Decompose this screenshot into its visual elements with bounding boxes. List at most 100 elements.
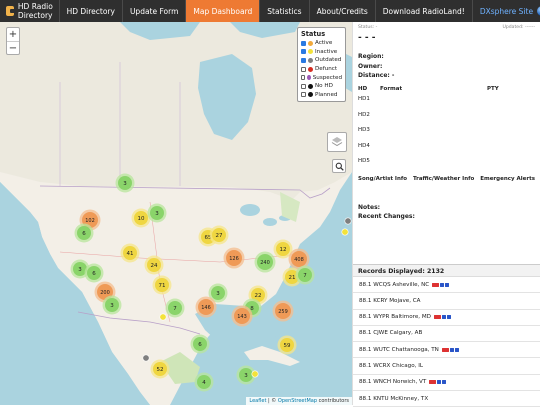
zoom-out-button[interactable]: −: [7, 41, 19, 54]
status-filter-label: Suspected: [312, 74, 342, 81]
station-info-panel: Status: - Updated: ------ - - - Region: …: [352, 22, 540, 407]
status-dot-icon: [308, 57, 313, 63]
hd-row: HD3: [358, 127, 370, 133]
checkbox-icon[interactable]: [301, 75, 306, 81]
status-dot-icon: [307, 75, 311, 81]
station-cluster-orange[interactable]: 143: [231, 305, 253, 327]
hd-row: HD1: [358, 96, 370, 102]
records-count: 2132: [426, 268, 445, 275]
status-filter-title: Status: [301, 30, 326, 38]
station-cluster-green[interactable]: 3: [102, 295, 122, 315]
map-attribution: Leaflet | © OpenStreetMap contributors: [246, 397, 352, 405]
cluster-count: 7: [173, 306, 177, 312]
nav-map-dashboard[interactable]: Map Dashboard: [185, 0, 260, 22]
notes-label: Notes:: [358, 203, 381, 211]
record-list-item[interactable]: 88.1 WCQS Asheville, NC: [353, 277, 540, 294]
zoom-in-button[interactable]: +: [7, 28, 19, 41]
cluster-count: 22: [255, 293, 262, 299]
station-cluster-yellow[interactable]: 71: [152, 275, 172, 295]
nav-dxsphere-site[interactable]: DXsphere Site: [471, 0, 540, 22]
station-cluster-green[interactable]: 240: [254, 251, 276, 273]
radio-logo-icon: [6, 6, 16, 16]
checkbox-icon[interactable]: [301, 57, 306, 63]
checkbox-icon[interactable]: [301, 92, 306, 98]
checkbox-icon[interactable]: [301, 66, 306, 72]
zoom-control: + −: [6, 27, 20, 55]
osm-link[interactable]: OpenStreetMap: [278, 398, 317, 404]
owner-label: Owner:: [358, 62, 383, 70]
records-label: Records Displayed:: [358, 268, 425, 275]
cluster-count: 24: [151, 263, 158, 269]
station-cluster-green[interactable]: 6: [84, 263, 104, 283]
top-navigation-bar: HD Radio Directory HD Directory Update F…: [0, 0, 540, 22]
hd-badge-icon: [433, 315, 451, 320]
status-text: Status: -: [358, 25, 378, 30]
station-cluster-green[interactable]: 4: [194, 372, 214, 392]
station-cluster-green[interactable]: 7: [295, 265, 315, 285]
station-marker[interactable]: [251, 370, 259, 378]
station-cluster-yellow[interactable]: 24: [144, 255, 164, 275]
nav-about-credits[interactable]: About/Credits: [308, 0, 375, 22]
status-dot-icon: [308, 40, 313, 46]
checkbox-icon[interactable]: [301, 83, 306, 89]
nav-statistics[interactable]: Statistics: [259, 0, 308, 22]
checkbox-icon[interactable]: [301, 40, 306, 46]
brand[interactable]: HD Radio Directory: [0, 0, 59, 22]
station-marker[interactable]: [344, 217, 352, 225]
station-marker[interactable]: [341, 228, 349, 236]
station-cluster-green[interactable]: 6: [74, 223, 94, 243]
station-cluster-orange[interactable]: 146: [195, 296, 217, 318]
record-list: 88.1 WCQS Asheville, NC 88.1 KCRY Mojave,…: [353, 277, 540, 407]
service-traffic-weather: Traffic/Weather Info: [412, 175, 475, 182]
station-cluster-yellow[interactable]: 27: [209, 225, 229, 245]
cluster-count: 10: [138, 216, 145, 222]
station-map[interactable]: 3 102 6 10 3 6 5 2 7 12 41 24 126 240 408 3 6 71 21 7 200 3 22…: [0, 22, 352, 405]
service-emergency-alerts: Emergency Alerts: [480, 175, 535, 182]
status-filter-suspected[interactable]: Suspected: [301, 73, 342, 82]
status-filter-defunct[interactable]: Defunct: [301, 65, 342, 74]
status-filter-planned[interactable]: Planned: [301, 91, 342, 100]
record-list-item[interactable]: 88.1 CJWE Calgary, AB: [353, 326, 540, 343]
station-cluster-yellow[interactable]: 41: [120, 243, 140, 263]
status-line: Status: - Updated: ------: [358, 25, 535, 30]
station-cluster-green[interactable]: 7: [165, 298, 185, 318]
status-filter-no-hd[interactable]: No HD: [301, 82, 342, 91]
record-list-item[interactable]: 88.1 WUTC Chattanooga, TN: [353, 342, 540, 359]
record-list-item[interactable]: 88.1 WCRX Chicago, IL: [353, 358, 540, 375]
nav-hd-directory[interactable]: HD Directory: [58, 0, 122, 22]
cluster-count: 408: [294, 257, 304, 263]
cluster-count: 6: [92, 271, 96, 277]
cluster-count: 6: [82, 231, 86, 237]
station-cluster-yellow[interactable]: 52: [150, 359, 170, 379]
status-filter-outdated[interactable]: Outdated: [301, 56, 342, 65]
station-cluster-orange[interactable]: 126: [223, 247, 245, 269]
record-list-item[interactable]: 88.1 KCRY Mojave, CA: [353, 293, 540, 310]
status-filter-active[interactable]: Active: [301, 39, 342, 48]
record-text: 88.1 KCRY Mojave, CA: [359, 297, 421, 304]
col-format: Format: [380, 86, 403, 92]
status-filter-label: No HD: [315, 83, 333, 90]
cluster-count: 21: [289, 275, 296, 281]
hd-row: HD4: [358, 142, 370, 149]
cluster-count: 41: [127, 251, 134, 257]
search-button[interactable]: [332, 159, 346, 173]
nav-download-radioland[interactable]: Download RadioLand!: [374, 0, 472, 22]
cluster-count: 3: [110, 303, 114, 309]
layers-button[interactable]: [327, 132, 347, 152]
station-marker[interactable]: [142, 354, 150, 362]
record-list-item[interactable]: 88.1 WYPR Baltimore, MD: [353, 310, 540, 326]
leaflet-link[interactable]: Leaflet: [249, 398, 266, 404]
cluster-count: 52: [157, 367, 164, 373]
cluster-count: 71: [159, 283, 166, 289]
station-cluster-green[interactable]: 3: [147, 203, 167, 223]
checkbox-icon[interactable]: [301, 49, 306, 55]
station-marker[interactable]: [159, 313, 167, 321]
nav-update-form[interactable]: Update Form: [121, 0, 185, 22]
station-cluster-green[interactable]: 6: [190, 334, 210, 354]
record-list-item[interactable]: 88.1 WNCH Norwich, VT: [353, 375, 540, 392]
station-cluster-orange[interactable]: 259: [272, 300, 294, 322]
station-cluster-yellow[interactable]: 59: [277, 335, 297, 355]
station-cluster-green[interactable]: 3: [115, 173, 135, 193]
hd-badge-icon: [429, 380, 447, 385]
status-filter-inactive[interactable]: Inactive: [301, 48, 342, 57]
